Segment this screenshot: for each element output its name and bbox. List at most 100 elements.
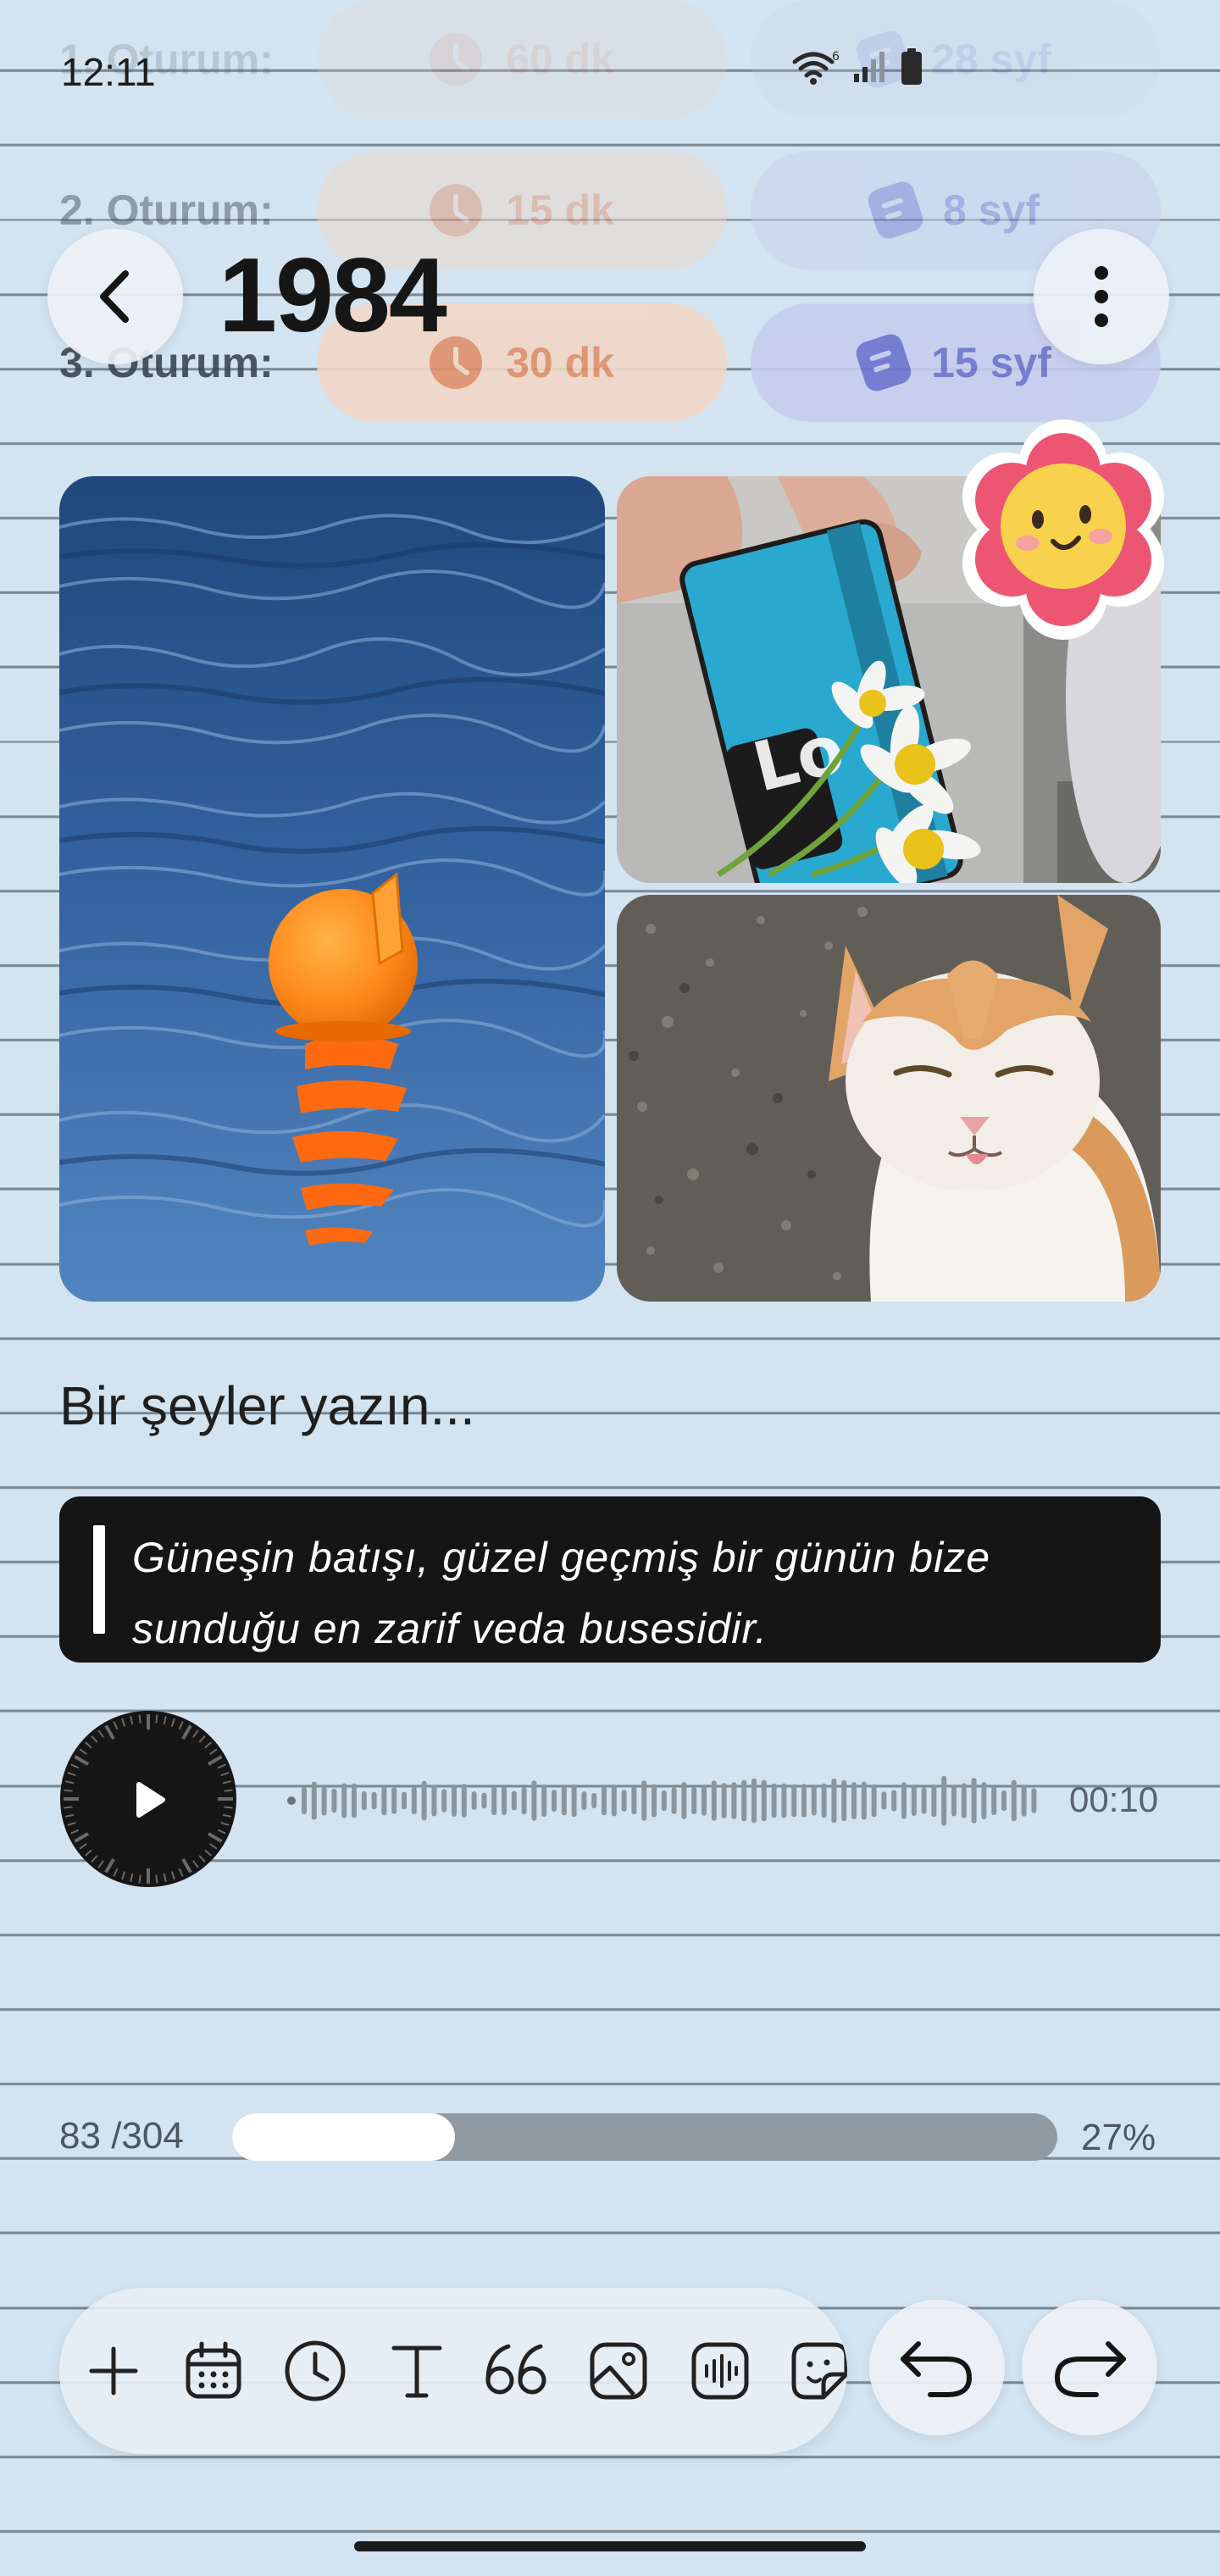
waveform-bar (631, 1786, 637, 1815)
redo-button[interactable] (1022, 2300, 1157, 2435)
calendar-button[interactable] (180, 2337, 247, 2405)
image-button[interactable] (585, 2337, 652, 2405)
waveform-bar (841, 1779, 847, 1822)
progress-pages: 83 /304 (59, 2115, 184, 2157)
redo-icon (1054, 2341, 1126, 2397)
waveform-bar (652, 1784, 657, 1818)
battery-icon (901, 48, 922, 85)
progress-bar[interactable] (232, 2113, 1057, 2161)
progress-percent: 27% (1081, 2117, 1156, 2158)
waveform-bar (1001, 1790, 1006, 1812)
waveform-bar (461, 1784, 467, 1818)
audio-waveform[interactable] (285, 1763, 1039, 1839)
waveform-bar (861, 1781, 867, 1820)
waveform-bar (771, 1783, 777, 1818)
waveform-bar (502, 1785, 507, 1816)
waveform-bar (391, 1787, 397, 1814)
waveform-bar (721, 1783, 727, 1818)
clock-icon (430, 184, 483, 236)
waveform-bar (1021, 1785, 1027, 1817)
signal-icon (854, 52, 884, 82)
waveform-bar (521, 1786, 527, 1815)
wifi-icon: 6 (792, 50, 840, 85)
text-button[interactable] (383, 2337, 451, 2405)
waveform-bar (371, 1791, 377, 1810)
sticker-button[interactable] (786, 2337, 847, 2405)
session-time: 15 dk (506, 186, 614, 234)
progress-current: 83 (59, 2115, 101, 2157)
session-label: 2. Oturum: (59, 186, 274, 234)
waveform-bar (951, 1785, 957, 1817)
chevron-left-icon (100, 270, 129, 323)
audio-play-button[interactable] (59, 1710, 237, 1888)
waveform-bar (361, 1790, 367, 1811)
audio-button[interactable] (686, 2337, 754, 2405)
waveform-bar (581, 1790, 587, 1811)
note-text-placeholder[interactable]: Bir şeyler yazın... (59, 1374, 475, 1437)
photo-cat[interactable] (617, 895, 1161, 1302)
waveform-bar (321, 1785, 327, 1816)
waveform-bar (602, 1785, 607, 1816)
quote-icon (485, 2344, 546, 2395)
waveform-bar (931, 1784, 937, 1818)
svg-text:6: 6 (832, 50, 840, 64)
waveform-bar (731, 1782, 737, 1819)
waveform-bar (541, 1784, 547, 1818)
back-button[interactable] (47, 229, 183, 364)
page-title: 1984 (219, 237, 447, 354)
waveform-bar (702, 1785, 707, 1816)
waveform-bar (811, 1785, 817, 1816)
waveform-bar (381, 1785, 387, 1816)
waveform-bar (851, 1782, 857, 1819)
waveform-bar (511, 1790, 517, 1811)
smiley-flower-sticker[interactable] (949, 415, 1178, 644)
waveform-bar (711, 1780, 717, 1821)
progress-fill (232, 2113, 455, 2161)
waveform-bar (671, 1787, 677, 1814)
more-options-button[interactable] (1034, 229, 1169, 364)
waveform-bar (941, 1775, 947, 1826)
session-time-pill[interactable]: 60 dk (317, 0, 727, 119)
waveform-bar (801, 1784, 807, 1818)
waveform-bar (591, 1793, 597, 1808)
session-pages: 28 syf (931, 36, 1051, 83)
waveform-bar (871, 1784, 877, 1818)
quote-bar (93, 1525, 105, 1634)
audio-icon (691, 2342, 749, 2400)
home-indicator[interactable] (354, 2541, 866, 2551)
quote-text: Güneşin batışı, güzel geçmiş bir günün b… (132, 1534, 990, 1652)
session-time: 30 dk (506, 339, 614, 386)
photo-orange-buoy-water[interactable] (59, 476, 605, 1302)
status-icons: 6 (791, 47, 923, 86)
add-icon (89, 2346, 138, 2396)
sticker-icon (791, 2342, 847, 2400)
waveform-bar (1031, 1788, 1037, 1813)
waveform-bar (681, 1782, 687, 1819)
waveform-bar (1011, 1779, 1017, 1822)
waveform-bar (421, 1780, 427, 1821)
clock-icon (430, 33, 483, 86)
waveform-bar (761, 1779, 767, 1822)
waveform-bar (981, 1781, 987, 1820)
waveform-bar (561, 1785, 567, 1816)
session-pages: 15 syf (931, 339, 1051, 386)
waveform-bar (431, 1785, 437, 1817)
editor-toolbar (59, 2288, 847, 2454)
reading-sessions: 1. Oturum: 60 dk 28 syf 2. Oturum: 15 dk… (0, 0, 1220, 441)
waveform-bar (881, 1791, 887, 1810)
waveform-bar (341, 1783, 347, 1818)
time-button[interactable] (281, 2337, 349, 2405)
undo-button[interactable] (869, 2300, 1005, 2435)
quote-button[interactable] (483, 2337, 551, 2405)
waveform-bar (471, 1791, 477, 1810)
session-row: 1. Oturum: 60 dk 28 syf (59, 0, 1161, 119)
waveform-bar (991, 1786, 997, 1815)
waveform-bar (901, 1782, 907, 1819)
add-button[interactable] (80, 2337, 147, 2405)
quote-block[interactable]: Güneşin batışı, güzel geçmiş bir günün b… (59, 1496, 1161, 1663)
session-time: 60 dk (506, 36, 614, 83)
book-icon (853, 330, 915, 395)
waveform-bar (531, 1780, 537, 1821)
waveform-bar (921, 1787, 927, 1814)
undo-icon (901, 2341, 973, 2397)
